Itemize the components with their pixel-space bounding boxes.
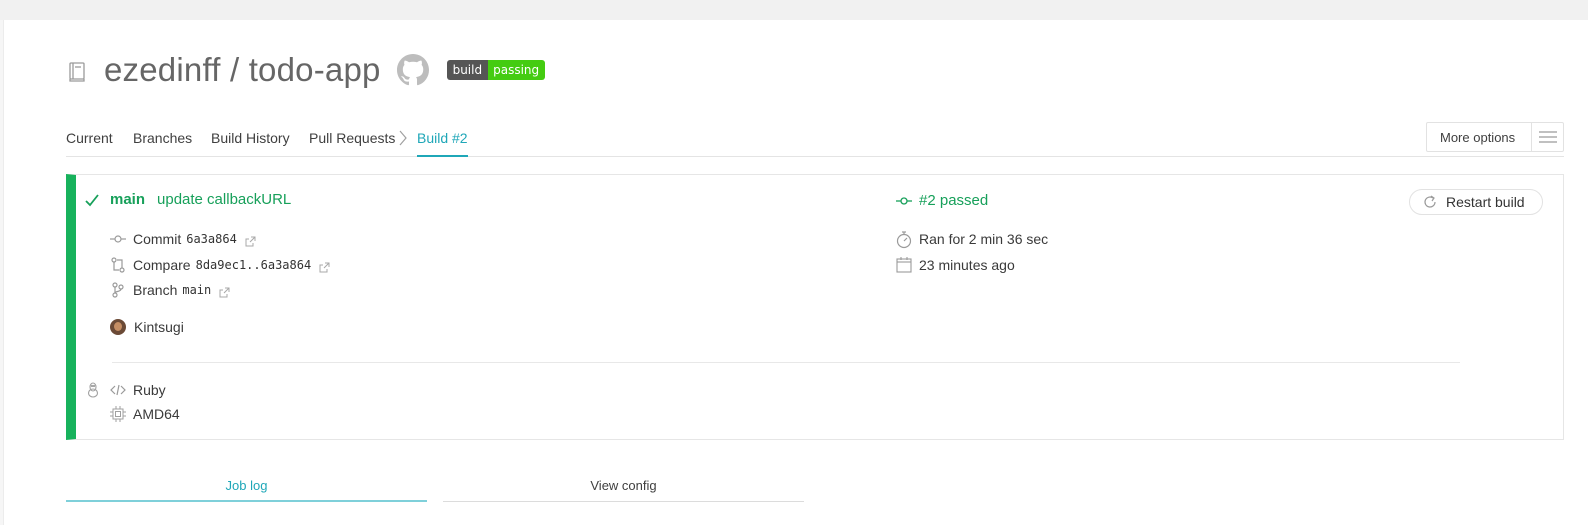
job-subtabs: Job log View config	[66, 472, 804, 502]
linux-icon	[86, 382, 102, 398]
compare-row: Compare 8da9ec1..6a3a864	[110, 257, 330, 273]
restart-build-button[interactable]: Restart build	[1409, 189, 1543, 215]
github-icon[interactable]	[396, 54, 429, 86]
finished-text: 23 minutes ago	[919, 257, 1015, 273]
repo-nav-tabs: Current Branches Build History Pull Requ…	[66, 122, 1564, 157]
stopwatch-icon	[896, 231, 912, 249]
tab-pull-requests[interactable]: Pull Requests	[309, 130, 395, 157]
language-label: Ruby	[133, 382, 166, 398]
author-name: Kintsugi	[134, 319, 184, 335]
branch-value[interactable]: main	[182, 283, 211, 297]
badge-label: build	[446, 60, 489, 80]
external-link-icon[interactable]	[219, 285, 230, 297]
build-state[interactable]: #2 passed	[919, 192, 988, 209]
author-row: Kintsugi	[110, 319, 184, 335]
calendar-icon	[896, 257, 912, 273]
left-rail	[0, 20, 4, 525]
more-options-label: More options	[1440, 129, 1516, 145]
build-branch-name[interactable]: main	[110, 191, 145, 208]
avatar	[110, 319, 126, 335]
tab-job-log[interactable]: Job log	[66, 472, 427, 502]
branch-label: Branch	[133, 282, 178, 298]
finished-row: 23 minutes ago	[896, 257, 1015, 273]
duration-text: Ran for 2 min 36 sec	[919, 231, 1049, 247]
external-link-icon[interactable]	[319, 260, 330, 272]
build-status-badge[interactable]: build passing	[446, 60, 546, 80]
more-options-button[interactable]: More options	[1426, 122, 1564, 152]
compare-label: Compare	[133, 257, 191, 273]
branch-icon	[110, 282, 126, 298]
divider	[112, 362, 1460, 363]
commit-label: Commit	[133, 231, 182, 247]
build-summary-card: main update callbackURL Commit 6a3a864 C…	[66, 174, 1564, 440]
duration-row: Ran for 2 min 36 sec	[896, 231, 1049, 249]
tab-build-history[interactable]: Build History	[211, 130, 290, 157]
commit-sha[interactable]: 6a3a864	[186, 232, 237, 246]
repo-title[interactable]: ezedinff / todo-app	[104, 51, 381, 89]
commit-message: update callbackURL	[157, 191, 292, 208]
build-title-row: main update callbackURL	[84, 191, 291, 208]
chevron-right-icon	[396, 128, 410, 148]
commit-icon	[896, 193, 912, 209]
restart-build-label: Restart build	[1446, 194, 1525, 210]
arch-label: AMD64	[133, 406, 180, 422]
branch-row: Branch main	[110, 282, 230, 298]
repo-header: ezedinff / todo-app build passing	[66, 48, 546, 92]
tab-branches[interactable]: Branches	[133, 130, 192, 157]
restart-icon	[1422, 194, 1438, 210]
tab-current[interactable]: Current	[66, 130, 113, 157]
compare-range[interactable]: 8da9ec1..6a3a864	[196, 258, 312, 272]
external-link-icon[interactable]	[245, 234, 256, 246]
commit-icon	[110, 231, 126, 247]
tab-view-config[interactable]: View config	[443, 472, 804, 502]
cpu-icon	[110, 406, 126, 422]
top-bar	[0, 0, 1588, 20]
build-state-row: #2 passed	[896, 192, 988, 209]
code-icon	[110, 382, 126, 398]
arch-row: AMD64	[110, 406, 180, 422]
language-row: Ruby	[86, 382, 166, 398]
repo-icon	[66, 60, 90, 84]
commit-row: Commit 6a3a864	[110, 231, 256, 247]
check-icon	[84, 192, 100, 208]
compare-icon	[110, 257, 126, 273]
badge-status: passing	[488, 60, 546, 80]
tab-build[interactable]: Build #2	[417, 130, 468, 157]
hamburger-menu-icon[interactable]	[1531, 123, 1563, 151]
